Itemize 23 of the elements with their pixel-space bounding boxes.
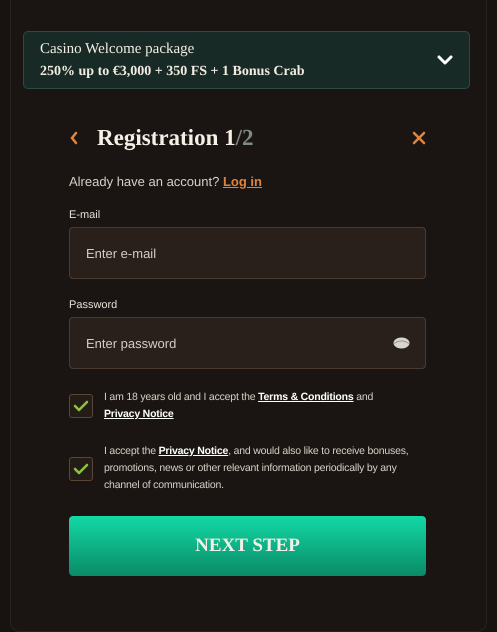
policy-link[interactable]: Privacy Notice — [158, 445, 228, 457]
registration-title: Registration 1/2 — [97, 125, 255, 151]
check-icon — [73, 400, 89, 412]
consent-text: I am 18 years old and I accept the Terms & Conditions and Privacy Notice — [104, 390, 374, 422]
banner-title: Casino Welcome package — [40, 40, 196, 58]
consent-checkbox[interactable] — [69, 394, 93, 418]
policy-link[interactable]: Terms & Conditions — [258, 391, 354, 403]
welcome-banner[interactable]: Casino Welcome package 250% up to €3,000 + 350 FS + 1 Bonus Crab — [23, 31, 470, 89]
banner-offer: 250% up to €3,000 + 350 FS + 1 Bonus Crab — [40, 64, 304, 80]
login-prompt: Already have an account? Log in — [69, 174, 263, 189]
check-icon — [73, 462, 89, 474]
policy-link[interactable]: Privacy Notice — [104, 408, 174, 420]
field-label: E-mail — [69, 209, 102, 221]
chevron-down-icon[interactable] — [437, 55, 453, 65]
email-field[interactable]: Enter e-mail — [69, 227, 426, 279]
eye-icon[interactable] — [393, 337, 410, 349]
consent-text: I accept the Privacy Notice, and would also like to receive bonuses, promotions, news or other relevant information periodically by any channel of communication. — [104, 444, 410, 493]
password-field[interactable]: Enter password — [69, 317, 426, 369]
consent-checkbox[interactable] — [69, 456, 93, 480]
field-label: Password — [69, 299, 118, 311]
back-button[interactable] — [69, 131, 79, 145]
login-link[interactable]: Log in — [222, 174, 262, 189]
close-button[interactable] — [412, 131, 426, 145]
